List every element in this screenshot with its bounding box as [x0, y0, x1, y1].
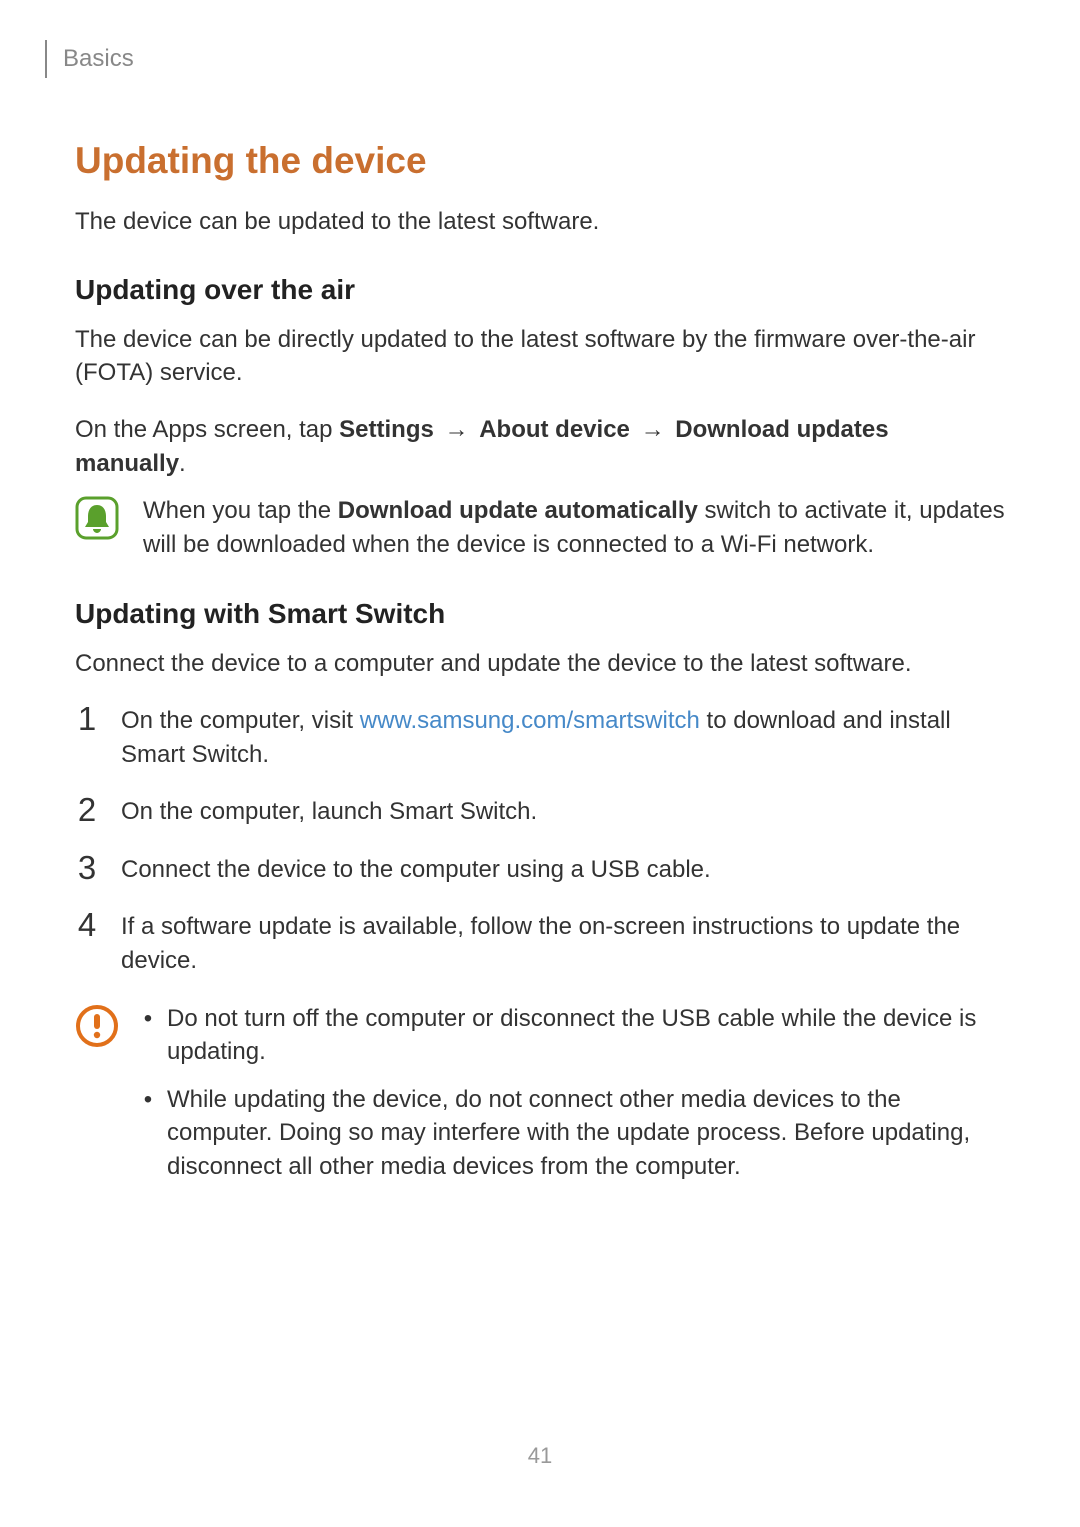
path-seg-about: About device: [479, 416, 630, 443]
arrow-icon: →: [637, 416, 669, 443]
intro-text: The device can be updated to the latest …: [75, 206, 1005, 238]
step-4: 4 If a software update is available, fol…: [75, 910, 1005, 977]
step-2-text: On the computer, launch Smart Switch.: [121, 795, 1005, 829]
step-number: 4: [75, 908, 99, 941]
step-4-text: If a software update is available, follo…: [121, 910, 1005, 977]
step-3-text: Connect the device to the computer using…: [121, 853, 1005, 887]
ota-para1: The device can be directly updated to th…: [75, 324, 1005, 389]
note-callout: When you tap the Download update automat…: [75, 494, 1005, 561]
warning-1-text: Do not turn off the computer or disconne…: [167, 1002, 1005, 1069]
step-number: 3: [75, 851, 99, 884]
bullet-icon: •: [143, 1083, 153, 1184]
step-1: 1 On the computer, visit www.samsung.com…: [75, 704, 1005, 771]
note-bold: Download update automatically: [338, 497, 698, 524]
warning-2-text: While updating the device, do not connec…: [167, 1083, 1005, 1184]
step-number: 2: [75, 793, 99, 826]
warning-callout: • Do not turn off the computer or discon…: [75, 1002, 1005, 1198]
warning-list: • Do not turn off the computer or discon…: [143, 1002, 1005, 1198]
bullet-icon: •: [143, 1002, 153, 1069]
path-seg-settings: Settings: [339, 416, 434, 443]
page-number: 41: [0, 1443, 1080, 1469]
step-2: 2 On the computer, launch Smart Switch.: [75, 795, 1005, 829]
arrow-icon: →: [441, 416, 473, 443]
bell-note-icon: [75, 496, 119, 540]
step-3: 3 Connect the device to the computer usi…: [75, 853, 1005, 887]
note-pre: When you tap the: [143, 497, 331, 524]
caution-icon: [75, 1004, 119, 1048]
ota-nav-path: On the Apps screen, tap Settings → About…: [75, 413, 1005, 480]
step-1-text: On the computer, visit www.samsung.com/s…: [121, 704, 1005, 771]
section-heading-ss: Updating with Smart Switch: [75, 598, 1005, 630]
note-text: When you tap the Download update automat…: [143, 494, 1005, 561]
warning-item: • Do not turn off the computer or discon…: [143, 1002, 1005, 1069]
path-prefix: On the Apps screen, tap: [75, 416, 333, 443]
ss-intro: Connect the device to a computer and upd…: [75, 648, 1005, 680]
breadcrumb-rule: Basics: [45, 40, 1005, 78]
section-heading-ota: Updating over the air: [75, 274, 1005, 306]
s1-pre: On the computer, visit: [121, 707, 353, 734]
breadcrumb: Basics: [63, 45, 134, 73]
smartswitch-link[interactable]: www.samsung.com/smartswitch: [360, 707, 700, 734]
warning-item: • While updating the device, do not conn…: [143, 1083, 1005, 1184]
page-title: Updating the device: [75, 140, 1005, 182]
step-number: 1: [75, 702, 99, 735]
